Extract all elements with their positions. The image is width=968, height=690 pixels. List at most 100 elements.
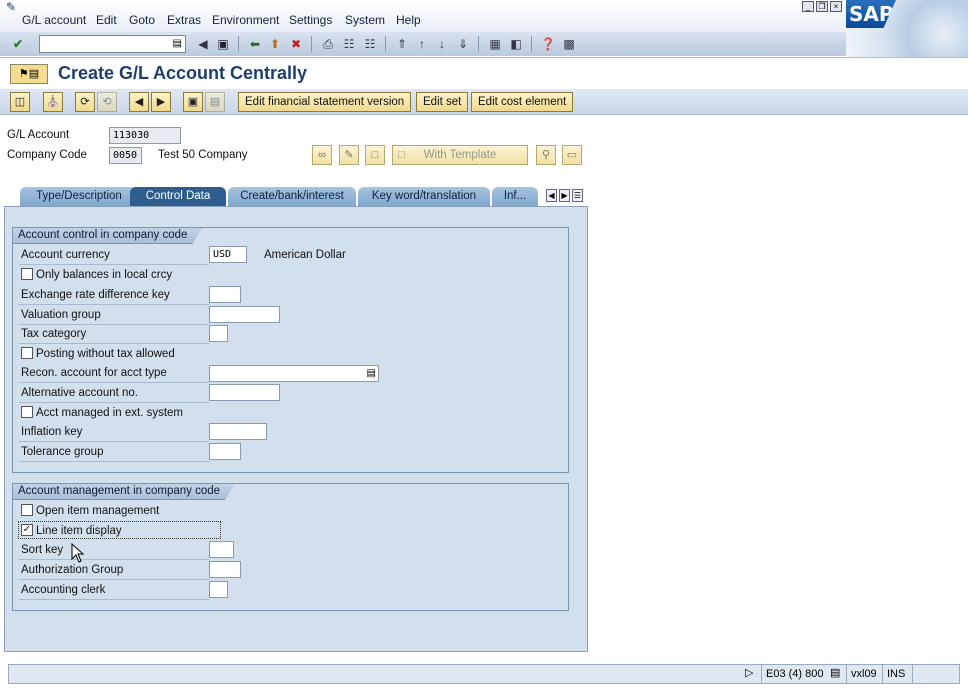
menu-extras[interactable]: Extras (167, 13, 201, 27)
tolerance-group-field[interactable] (209, 443, 241, 460)
first-page-icon[interactable]: ⇑ (394, 36, 410, 52)
check-icon[interactable]: ▣ (183, 92, 203, 112)
inflation-key-field[interactable] (209, 423, 267, 440)
back-icon[interactable]: ◀ (195, 36, 211, 52)
tab-key-word-translation[interactable]: Key word/translation (358, 187, 490, 206)
sort-key-field[interactable] (209, 541, 234, 558)
menu-system[interactable]: System (345, 13, 385, 27)
account-currency-text: American Dollar (264, 249, 346, 261)
authorization-group-label: Authorization Group (19, 562, 209, 580)
control-data-panel: Account control in company code Account … (4, 206, 588, 652)
green-back-icon[interactable]: ⬅ (247, 36, 263, 52)
open-item-row[interactable]: Open item management (21, 503, 160, 520)
only-balances-checkbox[interactable] (21, 267, 33, 280)
inflation-key-label: Inflation key (19, 424, 209, 442)
restore-icon[interactable]: ❐ (816, 1, 828, 12)
authorization-group-field[interactable] (209, 561, 241, 578)
account-currency-field[interactable]: USD (209, 246, 247, 263)
previous-icon[interactable]: ◀ (129, 92, 149, 112)
find-next-icon[interactable]: ☷ (362, 36, 378, 52)
tab-scroll-right-icon[interactable]: ▶ (559, 189, 570, 202)
last-page-icon[interactable]: ⇓ (455, 36, 471, 52)
with-template-label: With Template (423, 149, 497, 161)
edit-set-button[interactable]: Edit set (416, 92, 469, 112)
close-window-icon[interactable]: × (830, 1, 842, 12)
shortcut-icon[interactable]: ◧ (508, 36, 524, 52)
tab-create-bank-interest[interactable]: Create/bank/interest (228, 187, 356, 206)
gl-account-field[interactable]: 113030 (109, 127, 181, 144)
undo-icon[interactable]: ⟲ (97, 92, 117, 112)
help-icon[interactable]: ❓ (540, 36, 556, 52)
new-document-icon[interactable]: □ (365, 145, 385, 165)
delete-icon[interactable]: ▭ (562, 145, 582, 165)
recon-account-field[interactable]: ▤ (209, 365, 379, 382)
acct-managed-row[interactable]: Acct managed in ext. system (21, 405, 183, 422)
gl-account-label: G/L Account (7, 129, 70, 141)
cancel-icon[interactable]: ✖ (288, 36, 304, 52)
document-icon[interactable]: ▤ (205, 92, 225, 112)
company-name: Test 50 Company (158, 149, 248, 161)
edit-financial-statement-version-button[interactable]: Edit financial statement version (238, 92, 412, 112)
only-balances-label: Only balances in local crcy (36, 269, 173, 281)
menu-gl-account[interactable]: G/L account (22, 13, 86, 27)
line-item-display-row[interactable]: ✓ Line item display (21, 523, 122, 540)
template-icon: □ (398, 149, 405, 161)
company-code-field[interactable]: 0050 (109, 147, 142, 164)
line-item-display-checkbox[interactable]: ✓ (21, 523, 33, 536)
system-menu-icon[interactable]: ✎ (6, 0, 16, 14)
prev-page-icon[interactable]: ↑ (414, 36, 430, 52)
posting-without-tax-checkbox[interactable] (21, 346, 33, 359)
tab-control-data[interactable]: Control Data (130, 187, 226, 206)
tab-list-icon[interactable]: ☰ (572, 189, 583, 202)
alternative-account-field[interactable] (209, 384, 280, 401)
minimize-icon[interactable]: _ (802, 1, 814, 12)
title-bar: ⚑▤ Create G/L Account Centrally (0, 57, 968, 89)
exchange-rate-field[interactable] (209, 286, 241, 303)
lock-icon[interactable]: ⚲ (536, 145, 556, 165)
tax-category-field[interactable] (209, 325, 228, 342)
tab-information[interactable]: Inf... (492, 187, 538, 206)
acct-managed-checkbox[interactable] (21, 405, 33, 418)
menu-goto[interactable]: Goto (129, 13, 155, 27)
system-info-list-icon[interactable]: ▤ (830, 666, 840, 679)
status-expand-icon[interactable]: ▷ (745, 666, 753, 679)
tab-scroll-left-icon[interactable]: ◀ (546, 189, 557, 202)
sap-logo-mark: SAP (846, 0, 896, 28)
print-icon[interactable]: ⎙ (320, 36, 336, 52)
enter-icon[interactable]: ✔ (10, 36, 26, 52)
open-item-checkbox[interactable] (21, 503, 33, 516)
save-icon[interactable]: ▣ (215, 36, 231, 52)
pencil-icon[interactable]: ✎ (339, 145, 359, 165)
alternative-account-label: Alternative account no. (19, 385, 209, 403)
open-item-label: Open item management (36, 505, 160, 517)
other-object-icon[interactable]: ⛪ (43, 92, 63, 112)
next-icon[interactable]: ▶ (151, 92, 171, 112)
valuation-group-field[interactable] (209, 306, 280, 323)
page-title: Create G/L Account Centrally (58, 63, 308, 83)
edit-icon[interactable]: ⟳ (75, 92, 95, 112)
tolerance-group-label: Tolerance group (19, 444, 209, 462)
menu-settings[interactable]: Settings (289, 13, 332, 27)
display-change-icon[interactable]: ◫ (10, 92, 30, 112)
menu-help[interactable]: Help (396, 13, 421, 27)
next-page-icon[interactable]: ↓ (434, 36, 450, 52)
menu-edit[interactable]: Edit (96, 13, 117, 27)
exit-icon[interactable]: ⬆ (267, 36, 283, 52)
dropdown-icon[interactable]: ▤ (173, 38, 182, 49)
find-icon[interactable]: ☷ (341, 36, 357, 52)
insert-mode: INS (882, 665, 909, 683)
accounting-clerk-label: Accounting clerk (19, 582, 209, 600)
glasses-icon[interactable]: ∞ (312, 145, 332, 165)
menu-environment[interactable]: Environment (212, 13, 279, 27)
layout-icon[interactable]: ▩ (561, 36, 577, 52)
new-session-icon[interactable]: ▦ (487, 36, 503, 52)
tab-strip: Type/Description Control Data Create/ban… (4, 187, 588, 207)
command-field[interactable]: ▤ (39, 35, 186, 53)
tab-type-description[interactable]: Type/Description (20, 187, 138, 206)
dropdown-icon[interactable]: ▤ (367, 366, 376, 381)
edit-cost-element-button[interactable]: Edit cost element (471, 92, 574, 112)
only-balances-row[interactable]: Only balances in local crcy (21, 267, 173, 284)
accounting-clerk-field[interactable] (209, 581, 228, 598)
with-template-button[interactable]: □ With Template (392, 145, 528, 165)
posting-without-tax-row[interactable]: Posting without tax allowed (21, 346, 175, 363)
